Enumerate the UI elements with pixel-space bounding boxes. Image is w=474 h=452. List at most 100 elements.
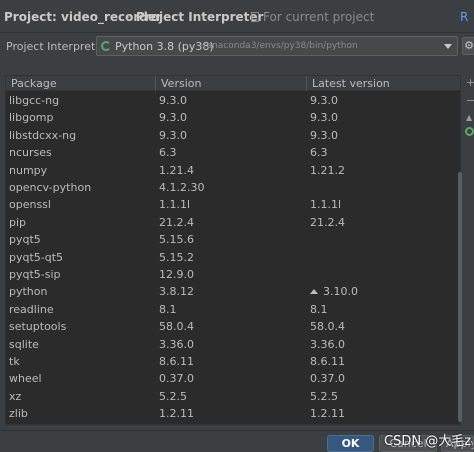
package-name-cell: pyqt5-sip [9, 268, 61, 281]
latest-version-cell: 5.2.5 [310, 390, 338, 403]
page-title: Project Interpreter [136, 10, 264, 24]
table-row[interactable]: libstdcxx-ng 9.3.0 9.3.0 [6, 127, 460, 144]
chevron-right-icon: › [126, 9, 131, 23]
table-row[interactable]: zlib 1.2.11 1.2.11 [6, 405, 460, 422]
version-cell: 58.0.4 [159, 320, 194, 334]
latest-version-text: 1.2.11 [310, 407, 345, 421]
gear-button[interactable]: ⚙ [462, 37, 474, 55]
package-name-cell: pyqt5 [9, 233, 41, 247]
latest-version-cell: 8.1 [310, 303, 328, 316]
add-package-button[interactable]: + [466, 77, 474, 88]
hint-text: For current project [263, 10, 375, 24]
column-header-latest[interactable]: Latest version [312, 77, 390, 90]
package-name-cell: wheel [9, 372, 42, 386]
version-cell: 9.3.0 [159, 128, 187, 142]
version-cell: 1.2.11 [159, 407, 194, 421]
latest-version-text: 3.10.0 [323, 285, 358, 299]
version-cell: 5.15.6 [159, 233, 194, 247]
latest-version-cell: 21.2.4 [310, 216, 345, 229]
chevron-down-icon[interactable] [444, 44, 452, 49]
version-cell: 3.36.0 [159, 337, 194, 351]
interpreter-label: Project Interpreter: [6, 40, 111, 53]
latest-version-cell: 3.36.0 [310, 338, 345, 351]
latest-version-text: 5.2.5 [310, 389, 338, 403]
version-cell: 8.1 [159, 302, 177, 316]
package-name-cell: python [9, 285, 48, 299]
remove-package-button[interactable]: − [466, 95, 474, 106]
table-row[interactable]: setuptools 58.0.4 58.0.4 [6, 318, 460, 335]
version-cell: 9.3.0 [159, 94, 187, 107]
package-name-cell: ncurses [9, 146, 52, 160]
gear-icon: ⚙ [464, 39, 474, 52]
version-cell: 21.2.4 [159, 215, 194, 229]
upgrade-package-button[interactable]: ▲ [466, 113, 472, 123]
table-row[interactable]: pyqt5 5.15.6 [6, 231, 460, 248]
latest-version-cell: 3.10.0 [310, 285, 358, 298]
table-row[interactable]: pyqt5-sip 12.9.0 [6, 266, 460, 283]
version-cell: 5.2.5 [159, 389, 187, 403]
latest-version-cell: 1.21.2 [310, 164, 345, 177]
reset-link[interactable]: R [460, 10, 468, 24]
latest-version-text: 8.1 [310, 302, 328, 316]
package-name-cell: opencv-python [9, 181, 92, 194]
package-name-cell: numpy [9, 163, 48, 177]
package-name-cell: readline [9, 302, 54, 316]
table-row[interactable]: ncurses 6.3 6.3 [6, 144, 460, 161]
latest-version-cell: 9.3.0 [310, 94, 338, 107]
version-cell: 1.21.4 [159, 163, 194, 177]
table-row[interactable]: opencv-python 4.1.2.30 [6, 179, 460, 196]
package-name-cell: zlib [9, 407, 28, 421]
package-name-cell: openssl [9, 198, 51, 212]
table-row[interactable]: numpy 1.21.4 1.21.2 [6, 162, 460, 179]
version-cell: 0.37.0 [159, 372, 194, 386]
upgrade-arrow-icon [310, 289, 318, 295]
latest-version-text: 9.3.0 [310, 111, 338, 125]
watermark: CSDN @大毛z [384, 434, 472, 449]
table-row[interactable]: libgcc-ng 9.3.0 9.3.0 [6, 92, 460, 109]
interpreter-select[interactable]: Python 3.8 (py38) ~/anaconda3/envs/py38/… [96, 36, 458, 56]
table-row[interactable]: pyqt5-qt5 5.15.2 [6, 249, 460, 266]
document-icon [251, 12, 259, 22]
package-name-cell: libgcc-ng [9, 94, 60, 107]
table-row[interactable]: xz 5.2.5 5.2.5 [6, 388, 460, 405]
package-name-cell: pyqt5-qt5 [9, 250, 64, 264]
latest-version-text: 9.3.0 [310, 128, 338, 142]
column-divider[interactable] [155, 76, 156, 91]
latest-version-cell: 9.3.0 [310, 129, 338, 142]
latest-version-cell: 9.3.0 [310, 111, 338, 124]
table-row[interactable]: tk 8.6.11 8.6.11 [6, 353, 460, 370]
column-header-package[interactable]: Package [11, 77, 57, 90]
version-cell: 1.1.1l [159, 198, 191, 212]
eye-icon[interactable] [465, 127, 474, 136]
breadcrumb: Project: video_recorder › Project Interp… [0, 0, 474, 33]
latest-version-text: 1.1.1l [310, 198, 342, 212]
latest-version-cell: 6.3 [310, 146, 328, 159]
column-header-version[interactable]: Version [161, 77, 201, 90]
latest-version-text: 8.6.11 [310, 355, 345, 368]
latest-version-text: 3.36.0 [310, 337, 345, 351]
table-row[interactable]: pip 21.2.4 21.2.4 [6, 214, 460, 231]
table-row[interactable]: wheel 0.37.0 0.37.0 [6, 370, 460, 387]
column-divider[interactable] [306, 76, 307, 91]
package-name-cell: tk [9, 355, 20, 368]
table-row[interactable]: openssl 1.1.1l 1.1.1l [6, 196, 460, 213]
version-cell: 9.3.0 [159, 111, 187, 125]
version-cell: 5.15.2 [159, 250, 194, 264]
package-name-cell: xz [9, 389, 22, 403]
latest-version-cell: 1.2.11 [310, 407, 345, 420]
latest-version-text: 58.0.4 [310, 320, 345, 334]
for-current-project-hint: For current project [251, 10, 374, 24]
package-name-cell: libgomp [9, 111, 54, 125]
table-row[interactable]: libgomp 9.3.0 9.3.0 [6, 109, 460, 126]
loading-spinner-icon [101, 41, 111, 51]
table-row[interactable]: sqlite 3.36.0 3.36.0 [6, 336, 460, 353]
latest-version-text: 21.2.4 [310, 215, 345, 229]
vertical-scrollbar[interactable] [458, 172, 462, 422]
latest-version-cell: 0.37.0 [310, 372, 345, 385]
version-cell: 6.3 [159, 146, 177, 160]
table-row[interactable]: readline 8.1 8.1 [6, 301, 460, 318]
latest-version-cell: 58.0.4 [310, 320, 345, 333]
package-name-cell: pip [9, 215, 27, 229]
table-row[interactable]: python 3.8.12 3.10.0 [6, 283, 460, 300]
ok-button[interactable]: OK [327, 435, 374, 452]
